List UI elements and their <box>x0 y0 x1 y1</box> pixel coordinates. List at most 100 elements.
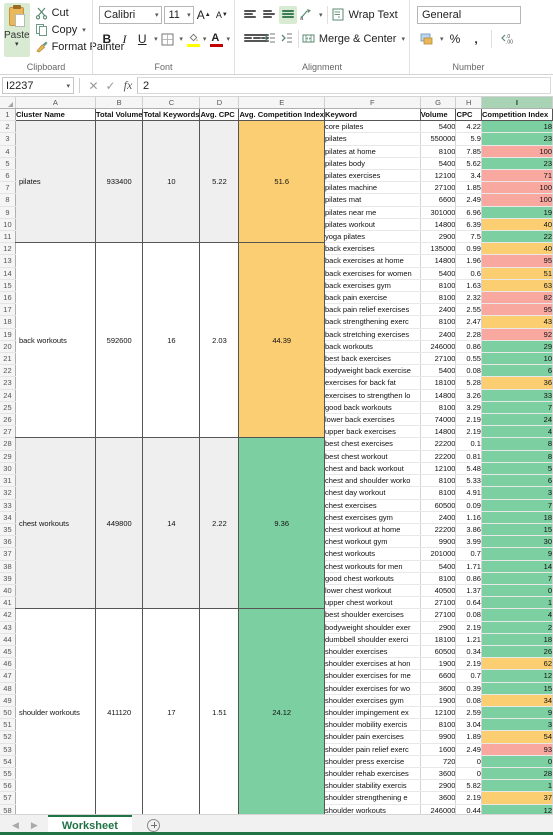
row-header[interactable]: 30 <box>0 462 16 476</box>
volume-cell[interactable]: 18100 <box>420 633 457 646</box>
competition-index-cell[interactable]: 34 <box>481 694 553 707</box>
align-left-button[interactable] <box>241 30 256 48</box>
volume-cell[interactable]: 14800 <box>420 254 457 268</box>
competition-index-cell[interactable]: 8 <box>481 450 553 463</box>
cluster-avg-cpc-cell[interactable]: 1.51 <box>199 608 240 814</box>
cluster-name-cell[interactable]: pilates <box>15 120 96 244</box>
competition-index-cell[interactable]: 40 <box>481 242 553 256</box>
keyword-cell[interactable]: back exercises gym <box>324 279 421 293</box>
cpc-cell[interactable]: 2.47 <box>455 315 482 329</box>
row-header[interactable]: 46 <box>0 657 16 671</box>
keyword-cell[interactable]: pilates near me <box>324 206 421 219</box>
competition-index-cell[interactable]: 92 <box>481 328 553 341</box>
decrease-indent-button[interactable] <box>261 30 277 48</box>
next-sheet-button[interactable]: ▶ <box>31 820 38 831</box>
keyword-cell[interactable]: chest workout gym <box>324 535 421 549</box>
row-header[interactable]: 40 <box>0 584 16 598</box>
cluster-avg-cpc-cell[interactable]: 5.22 <box>199 120 240 244</box>
cpc-cell[interactable]: 3.4 <box>455 169 482 183</box>
cpc-cell[interactable]: 1.21 <box>455 633 482 646</box>
row-header[interactable]: 18 <box>0 315 16 329</box>
row-header[interactable]: 35 <box>0 523 16 537</box>
volume-cell[interactable]: 9900 <box>420 535 457 549</box>
cluster-name-cell[interactable]: shoulder workouts <box>15 608 96 814</box>
cluster-total-volume-cell[interactable]: 411120 <box>95 608 144 814</box>
competition-index-cell[interactable]: 37 <box>481 791 553 805</box>
volume-cell[interactable]: 8100 <box>420 718 457 732</box>
cpc-cell[interactable]: 0.09 <box>455 499 482 512</box>
keyword-cell[interactable]: shoulder exercises gym <box>324 694 421 707</box>
cpc-cell[interactable]: 1.71 <box>455 560 482 573</box>
keyword-cell[interactable]: chest workout at home <box>324 523 421 537</box>
keyword-cell[interactable]: dumbbell shoulder exerci <box>324 633 421 646</box>
row-header[interactable]: 13 <box>0 254 16 268</box>
keyword-cell[interactable]: best back exercises <box>324 352 421 366</box>
volume-cell[interactable]: 6600 <box>420 669 457 683</box>
volume-cell[interactable]: 550000 <box>420 132 457 146</box>
column-header-c[interactable]: C <box>142 97 201 109</box>
increase-indent-button[interactable] <box>278 30 294 48</box>
competition-index-cell[interactable]: 4 <box>481 425 553 439</box>
competition-index-cell[interactable]: 18 <box>481 120 553 134</box>
volume-cell[interactable]: 22200 <box>420 523 457 537</box>
row-header[interactable]: 49 <box>0 694 16 707</box>
keyword-cell[interactable]: pilates body <box>324 157 421 171</box>
cpc-cell[interactable]: 2.49 <box>455 193 482 207</box>
volume-cell[interactable]: 1900 <box>420 657 457 671</box>
cpc-cell[interactable]: 2.28 <box>455 328 482 341</box>
competition-index-cell[interactable]: 0 <box>481 584 553 598</box>
volume-cell[interactable]: 8100 <box>420 572 457 585</box>
competition-index-cell[interactable]: 9 <box>481 706 553 720</box>
keyword-cell[interactable]: lower chest workout <box>324 584 421 598</box>
volume-cell[interactable]: 2400 <box>420 511 457 524</box>
column-header-e[interactable]: E <box>238 97 325 109</box>
keyword-cell[interactable]: good chest workouts <box>324 572 421 585</box>
row-header[interactable]: 17 <box>0 303 16 317</box>
cpc-cell[interactable]: 3.04 <box>455 718 482 732</box>
competition-index-cell[interactable]: 3 <box>481 718 553 732</box>
volume-cell[interactable]: 6600 <box>420 193 457 207</box>
font-size-combobox[interactable]: 11 ▾ <box>163 6 194 24</box>
keyword-cell[interactable]: exercises for back fat <box>324 376 421 390</box>
cpc-cell[interactable]: 5.9 <box>455 132 482 146</box>
italic-button[interactable]: I <box>117 30 133 49</box>
column-title-cell[interactable]: Volume <box>420 107 457 122</box>
fill-color-dropdown-caret[interactable]: ▾ <box>203 35 207 43</box>
decrease-font-size-button[interactable]: A ▼ <box>214 6 230 25</box>
row-header[interactable]: 2 <box>0 120 16 134</box>
select-all-corner[interactable] <box>0 97 16 109</box>
column-header-h[interactable]: H <box>455 97 482 109</box>
cpc-cell[interactable]: 0.7 <box>455 547 482 561</box>
volume-cell[interactable]: 2900 <box>420 621 457 634</box>
competition-index-cell[interactable]: 18 <box>481 511 553 524</box>
cpc-cell[interactable]: 0.1 <box>455 437 482 451</box>
keyword-cell[interactable]: shoulder stability exercis <box>324 779 421 793</box>
insert-function-button[interactable]: fx <box>119 78 137 93</box>
row-header[interactable]: 3 <box>0 132 16 146</box>
cpc-cell[interactable]: 0.64 <box>455 596 482 610</box>
volume-cell[interactable]: 3600 <box>420 767 457 781</box>
keyword-cell[interactable]: shoulder workouts <box>324 804 421 814</box>
row-header[interactable]: 1 <box>0 108 16 122</box>
cpc-cell[interactable]: 0.44 <box>455 804 482 814</box>
volume-cell[interactable]: 5400 <box>420 120 457 134</box>
underline-dropdown-caret[interactable]: ▾ <box>154 35 158 43</box>
competition-index-cell[interactable]: 33 <box>481 389 553 402</box>
competition-index-cell[interactable]: 3 <box>481 486 553 500</box>
competition-index-cell[interactable]: 95 <box>481 254 553 268</box>
row-header[interactable]: 29 <box>0 450 16 463</box>
volume-cell[interactable]: 720 <box>420 755 457 768</box>
keyword-cell[interactable]: pilates workout <box>324 218 421 232</box>
competition-index-cell[interactable]: 18 <box>481 633 553 646</box>
increase-font-size-button[interactable]: A ▲ <box>196 6 212 25</box>
cluster-avg-competition-cell[interactable]: 44.39 <box>238 242 325 439</box>
row-header[interactable]: 9 <box>0 206 16 219</box>
competition-index-cell[interactable]: 19 <box>481 206 553 219</box>
cpc-cell[interactable]: 4.91 <box>455 486 482 500</box>
cluster-total-volume-cell[interactable]: 933400 <box>95 120 144 244</box>
competition-index-cell[interactable]: 28 <box>481 767 553 781</box>
cpc-cell[interactable]: 5.28 <box>455 376 482 390</box>
volume-cell[interactable]: 3600 <box>420 791 457 805</box>
volume-cell[interactable]: 14800 <box>420 218 457 232</box>
row-header[interactable]: 23 <box>0 376 16 390</box>
